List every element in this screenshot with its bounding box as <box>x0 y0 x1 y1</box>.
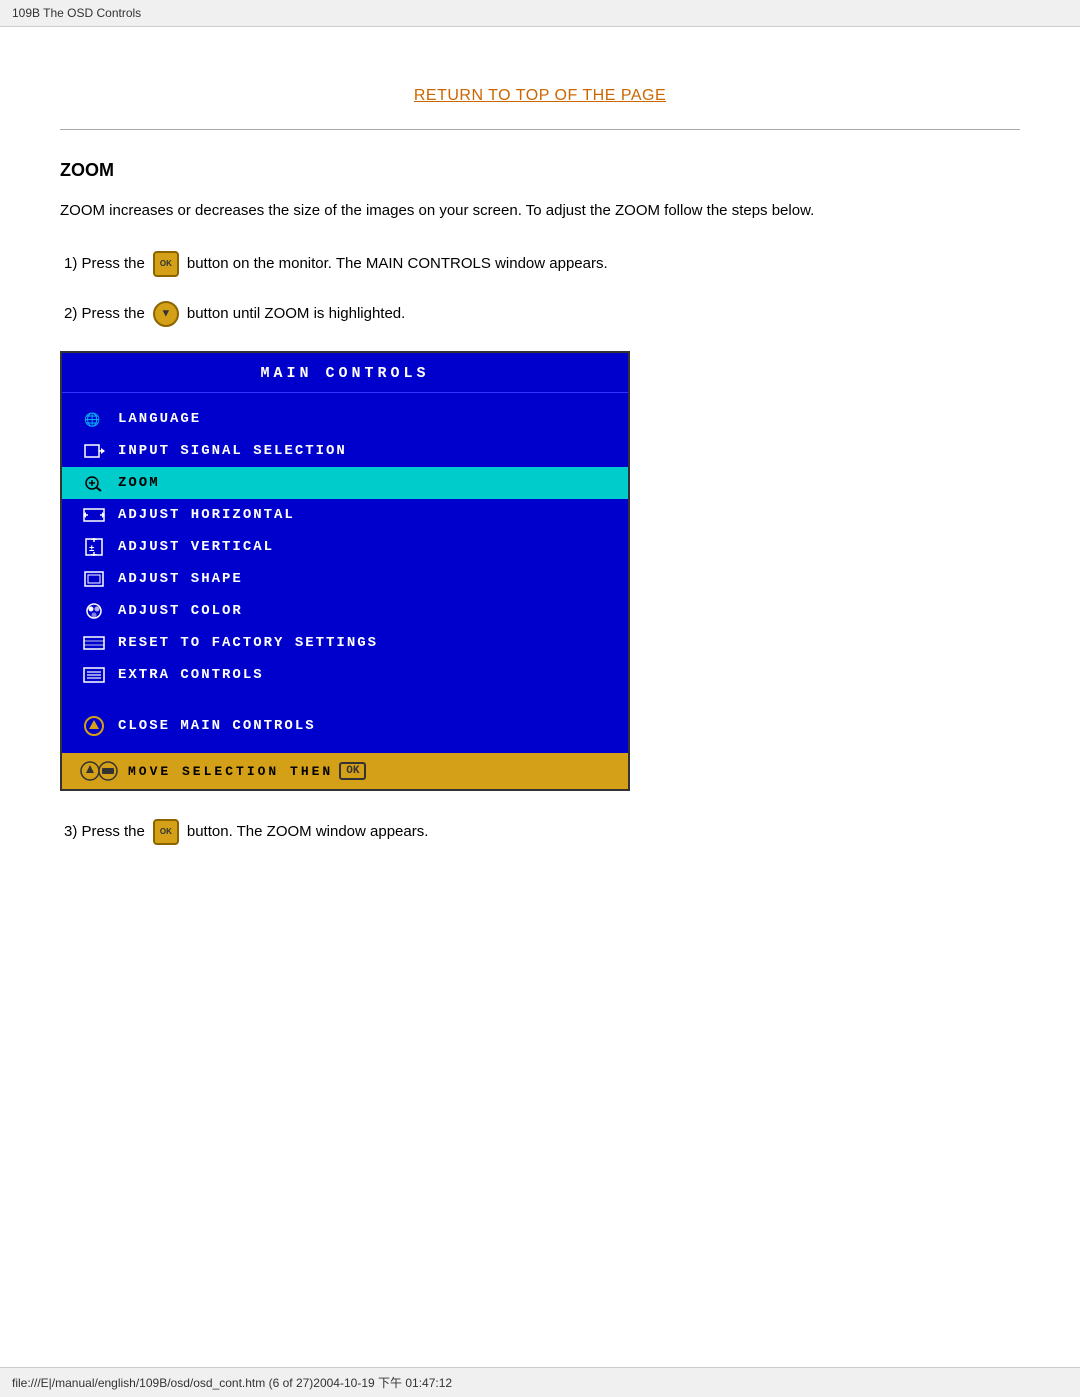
step1-text-before: 1) Press the <box>64 251 145 277</box>
step2-text-after: button until ZOOM is highlighted. <box>187 301 405 327</box>
osd-horiz-label: ADJUST HORIZONTAL <box>118 507 295 523</box>
osd-menu: 🌐 LANGUAGE INPUT SIGNAL SELECTION <box>62 393 628 701</box>
step-2: 2) Press the button until ZOOM is highli… <box>60 301 1020 327</box>
step3-text-after: button. The ZOOM window appears. <box>187 819 429 845</box>
step1-text-after: button on the monitor. The MAIN CONTROLS… <box>187 251 608 277</box>
divider <box>60 129 1020 130</box>
return-to-top-link[interactable]: RETURN TO TOP OF THE PAGE <box>414 87 666 104</box>
osd-vert-icon: ± <box>80 536 108 558</box>
osd-close-label: CLOSE MAIN CONTROLS <box>118 718 316 734</box>
osd-screen: MAIN CONTROLS 🌐 LANGUAGE <box>60 351 630 791</box>
osd-item-adj-vert: ± ADJUST VERTICAL <box>62 531 628 563</box>
osd-color-label: ADJUST COLOR <box>118 603 243 619</box>
osd-vert-label: ADJUST VERTICAL <box>118 539 274 555</box>
osd-item-reset: RESET TO FACTORY SETTINGS <box>62 627 628 659</box>
osd-footer-text: MOVE SELECTION THEN <box>128 764 333 779</box>
osd-language-label: LANGUAGE <box>118 411 201 427</box>
status-bar: file:///E|/manual/english/109B/osd/osd_c… <box>0 1367 1080 1397</box>
svg-text:🌐: 🌐 <box>84 412 102 428</box>
osd-item-input-signal: INPUT SIGNAL SELECTION <box>62 435 628 467</box>
step2-text-before: 2) Press the <box>64 301 145 327</box>
osd-horiz-icon <box>80 504 108 526</box>
osd-footer: MOVE SELECTION THEN OK <box>62 753 628 789</box>
svg-text:±: ± <box>89 544 96 554</box>
down-button-icon <box>153 301 179 327</box>
browser-tab: 109B The OSD Controls <box>0 0 1080 27</box>
step3-text-before: 3) Press the <box>64 819 145 845</box>
osd-extra-label: EXTRA CONTROLS <box>118 667 264 683</box>
osd-input-icon <box>80 440 108 462</box>
osd-footer-icons <box>80 760 120 782</box>
osd-zoom-label: ZOOM <box>118 475 160 491</box>
osd-item-adj-shape: ADJUST SHAPE <box>62 563 628 595</box>
osd-color-icon <box>80 600 108 622</box>
osd-shape-icon <box>80 568 108 590</box>
return-link-container: RETURN TO TOP OF THE PAGE <box>60 67 1020 129</box>
osd-reset-icon <box>80 632 108 654</box>
section-title: ZOOM <box>60 160 1020 181</box>
osd-item-extra: EXTRA CONTROLS <box>62 659 628 691</box>
osd-item-language: 🌐 LANGUAGE <box>62 403 628 435</box>
ok-button-icon-1 <box>153 251 179 277</box>
osd-reset-label: RESET TO FACTORY SETTINGS <box>118 635 378 651</box>
osd-language-icon: 🌐 <box>80 408 108 430</box>
osd-shape-label: ADJUST SHAPE <box>118 571 243 587</box>
osd-item-adj-horiz: ADJUST HORIZONTAL <box>62 499 628 531</box>
osd-close-icon <box>80 715 108 737</box>
osd-zoom-icon <box>80 472 108 494</box>
ok-button-icon-3 <box>153 819 179 845</box>
osd-close-row: CLOSE MAIN CONTROLS <box>62 707 628 745</box>
osd-title-bar: MAIN CONTROLS <box>62 353 628 393</box>
osd-item-zoom: ZOOM <box>62 467 628 499</box>
osd-item-adj-color: ADJUST COLOR <box>62 595 628 627</box>
step-3: 3) Press the button. The ZOOM window app… <box>60 819 1020 845</box>
section-description: ZOOM increases or decreases the size of … <box>60 199 1020 223</box>
page-content: RETURN TO TOP OF THE PAGE ZOOM ZOOM incr… <box>0 27 1080 929</box>
osd-input-label: INPUT SIGNAL SELECTION <box>118 443 347 459</box>
osd-extra-icon <box>80 664 108 686</box>
step-1: 1) Press the button on the monitor. The … <box>60 251 1020 277</box>
osd-footer-ok-icon: OK <box>339 762 366 780</box>
